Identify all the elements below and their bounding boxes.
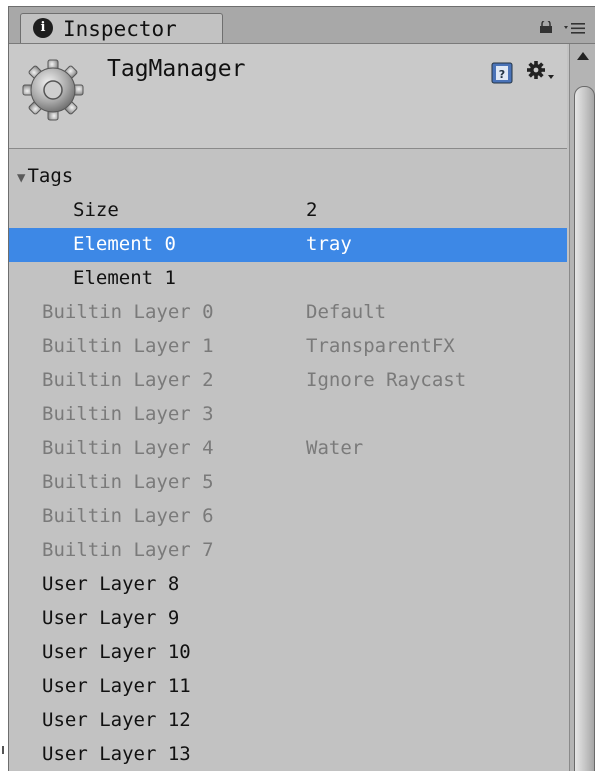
layer-label: Builtin Layer 7 xyxy=(42,539,214,561)
tag-element-row[interactable]: Element 1 xyxy=(9,262,567,296)
size-value[interactable]: 2 xyxy=(306,199,317,221)
layer-label: Builtin Layer 1 xyxy=(42,335,214,357)
scroll-up-arrow-icon[interactable] xyxy=(575,50,591,62)
scroll-thumb[interactable] xyxy=(574,86,595,771)
user-layer-row[interactable]: User Layer 10 xyxy=(9,636,567,670)
layer-label: User Layer 12 xyxy=(42,709,191,731)
object-name: TagManager xyxy=(107,56,246,82)
layer-label: Builtin Layer 6 xyxy=(42,505,214,527)
builtin-layer-row: Builtin Layer 6 xyxy=(9,500,567,534)
tab-bar: i Inspector xyxy=(9,7,595,44)
info-icon: i xyxy=(33,18,53,38)
lock-icon[interactable] xyxy=(539,21,553,33)
builtin-layer-row: Builtin Layer 5 xyxy=(9,466,567,500)
object-header: TagManager ? xyxy=(9,44,567,149)
layer-label: Builtin Layer 5 xyxy=(42,471,214,493)
user-layer-row[interactable]: User Layer 12 xyxy=(9,704,567,738)
tab-inspector[interactable]: i Inspector xyxy=(20,13,223,43)
foldout-arrow-icon[interactable]: ▼ xyxy=(17,170,25,186)
svg-text:?: ? xyxy=(499,68,505,81)
user-layer-row[interactable]: User Layer 8 xyxy=(9,568,567,602)
vertical-scrollbar[interactable] xyxy=(569,44,595,771)
tag-element-row[interactable]: Element 0 tray xyxy=(9,228,567,262)
tab-label: Inspector xyxy=(63,17,177,41)
layer-label: Builtin Layer 2 xyxy=(42,369,214,391)
builtin-layer-row: Builtin Layer 3 xyxy=(9,398,567,432)
layer-label: User Layer 9 xyxy=(42,607,180,629)
layer-label: User Layer 13 xyxy=(42,743,191,765)
layer-label: User Layer 10 xyxy=(42,641,191,663)
builtin-layer-row: Builtin Layer 7 xyxy=(9,534,567,568)
user-layer-row[interactable]: User Layer 13 xyxy=(9,738,567,771)
user-layer-row[interactable]: User Layer 9 xyxy=(9,602,567,636)
layer-value: Ignore Raycast xyxy=(306,369,467,391)
layer-value: Water xyxy=(306,437,364,459)
builtin-layer-row: Builtin Layer 0 Default xyxy=(9,296,567,330)
layer-label: User Layer 11 xyxy=(42,675,191,697)
element-label: Element 1 xyxy=(73,267,176,289)
user-layer-row[interactable]: User Layer 11 xyxy=(9,670,567,704)
layer-label: User Layer 8 xyxy=(42,573,180,595)
panel-menu-icon[interactable] xyxy=(564,21,586,35)
element-label: Element 0 xyxy=(73,233,176,255)
builtin-layer-row: Builtin Layer 1 TransparentFX xyxy=(9,330,567,364)
layer-label: Builtin Layer 0 xyxy=(42,301,214,323)
layer-label: Builtin Layer 3 xyxy=(42,403,214,425)
builtin-layer-row: Builtin Layer 2 Ignore Raycast xyxy=(9,364,567,398)
tags-foldout[interactable]: ▼ Tags xyxy=(9,160,567,194)
layer-value: Default xyxy=(306,301,387,323)
element-value[interactable]: tray xyxy=(306,233,352,255)
gear-icon xyxy=(22,59,84,121)
layer-label: Builtin Layer 4 xyxy=(42,437,214,459)
cursor-mark xyxy=(2,746,4,754)
builtin-layer-row: Builtin Layer 4 Water xyxy=(9,432,567,466)
tags-label: Tags xyxy=(27,165,74,187)
help-book-icon[interactable]: ? xyxy=(491,62,513,84)
inspector-window: i Inspector TagManager ? ▼ Tags Size 2 E… xyxy=(8,6,595,771)
layer-value: TransparentFX xyxy=(306,335,455,357)
tags-size-row[interactable]: Size 2 xyxy=(9,194,567,228)
size-label: Size xyxy=(73,199,119,221)
tag-layer-list: ▼ Tags Size 2 Element 0 tray Element 1 Bu… xyxy=(9,160,567,771)
settings-gear-icon[interactable] xyxy=(525,59,555,85)
